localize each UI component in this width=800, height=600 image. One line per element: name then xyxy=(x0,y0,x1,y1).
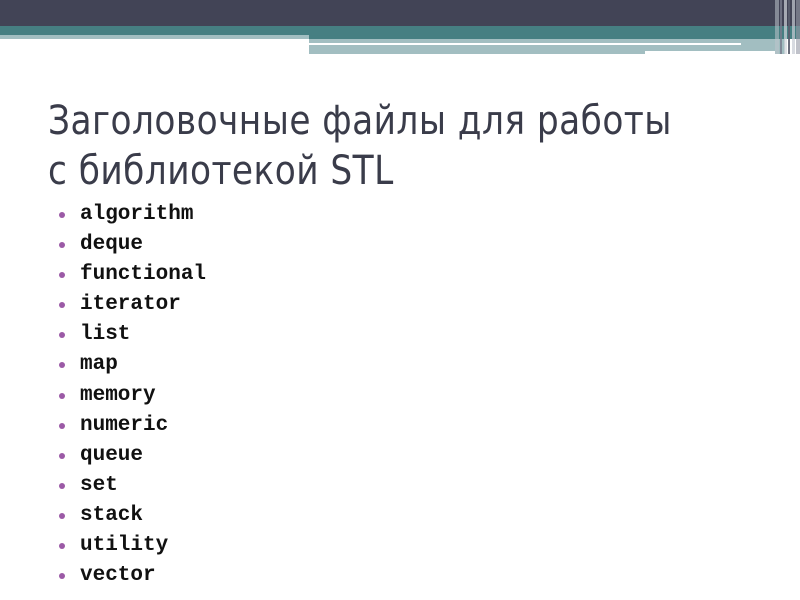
list-item: deque xyxy=(54,230,206,260)
header-band-dark xyxy=(0,0,800,26)
list-item-text: map xyxy=(80,353,118,377)
header-stripe xyxy=(775,0,779,54)
bullet-icon xyxy=(59,452,65,459)
list-item-text: utility xyxy=(80,534,169,558)
list-item: map xyxy=(54,350,206,380)
bullet-icon xyxy=(59,482,65,489)
list-item-text: iterator xyxy=(80,293,181,317)
header-stripe xyxy=(780,0,782,54)
list-item-text: set xyxy=(80,473,118,497)
list-item-text: numeric xyxy=(80,413,169,437)
list-item-text: vector xyxy=(80,564,156,588)
bullet-icon xyxy=(59,242,65,249)
bullet-icon xyxy=(59,512,65,519)
list-item: list xyxy=(54,320,206,350)
list-item: utility xyxy=(54,531,206,561)
header-stripe xyxy=(788,0,790,54)
header-white-line xyxy=(309,43,741,45)
bullet-icon xyxy=(59,302,65,309)
header-white-block xyxy=(645,51,775,54)
list-item: algorithm xyxy=(54,200,206,230)
bullet-icon xyxy=(59,543,65,550)
list-item: numeric xyxy=(54,411,206,441)
header-band-light-left xyxy=(0,35,309,39)
slide-title: Заголовочные файлы для работы с библиоте… xyxy=(48,96,672,196)
list-item-text: algorithm xyxy=(80,203,194,226)
list-item-text: deque xyxy=(80,233,144,257)
list-item-text: functional xyxy=(80,263,207,287)
bullet-icon xyxy=(59,573,65,580)
list-item-text: memory xyxy=(80,383,156,407)
list-item: memory xyxy=(54,381,206,411)
list-item-text: queue xyxy=(80,443,144,467)
header-file-list: algorithm deque functional iterator list… xyxy=(54,200,206,591)
slide-title-line-1: Заголовочные файлы для работы xyxy=(48,98,672,144)
list-item: queue xyxy=(54,441,206,471)
list-item-text: list xyxy=(80,323,131,347)
list-item: vector xyxy=(54,561,206,591)
header-stripe xyxy=(796,0,800,54)
bullet-icon xyxy=(59,362,65,369)
bullet-icon xyxy=(59,332,65,339)
bullet-icon xyxy=(59,272,65,279)
header-stripe xyxy=(792,0,795,54)
list-item: iterator xyxy=(54,290,206,320)
header-background xyxy=(0,39,309,54)
header-stripe xyxy=(784,0,787,54)
bullet-icon xyxy=(59,212,65,218)
list-item: functional xyxy=(54,260,206,290)
list-item: set xyxy=(54,471,206,501)
bullet-icon xyxy=(59,392,65,399)
slide-title-line-2: с библиотекой STL xyxy=(48,148,394,194)
list-item: stack xyxy=(54,501,206,531)
list-item-text: stack xyxy=(80,503,144,527)
bullet-icon xyxy=(59,422,65,429)
